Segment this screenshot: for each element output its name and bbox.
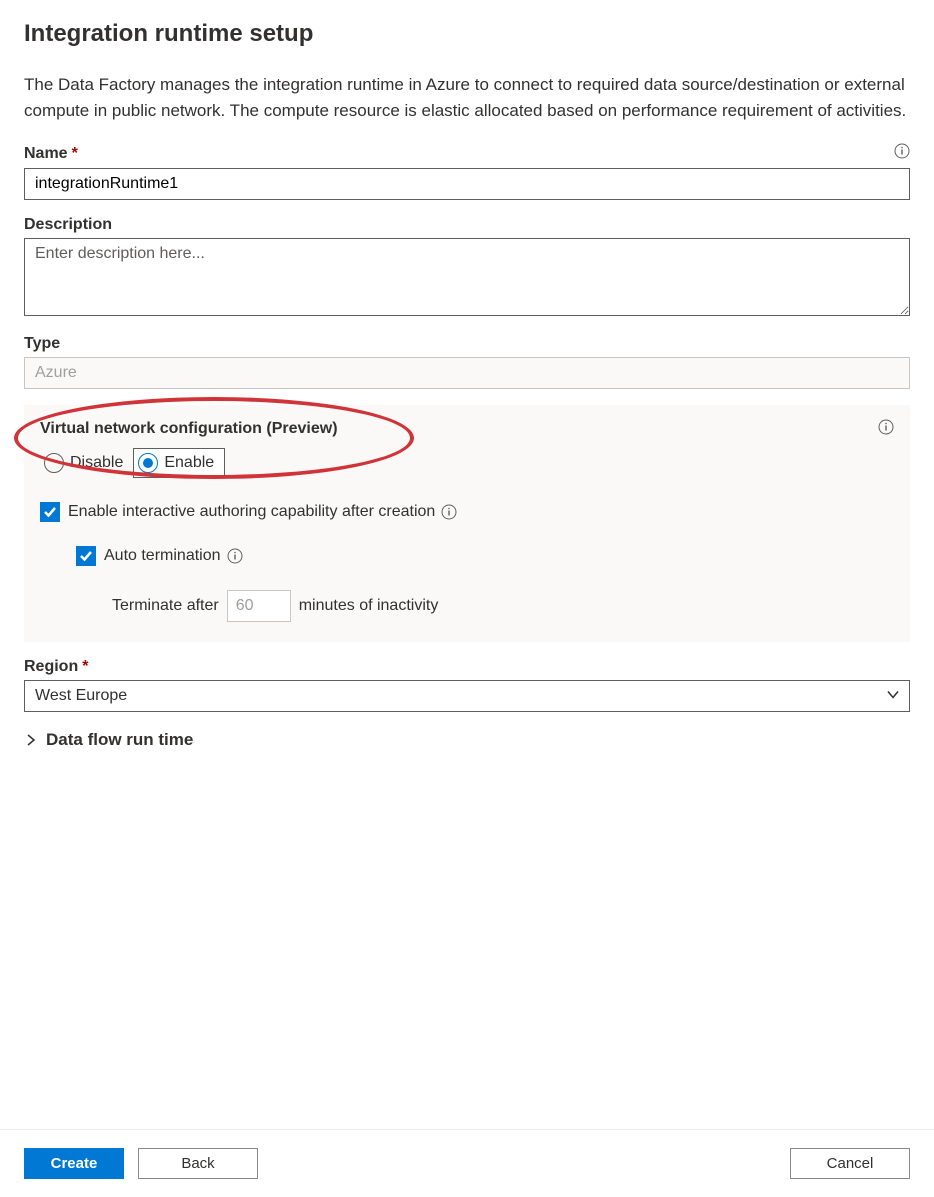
terminate-suffix-label: minutes of inactivity [299,597,439,615]
radio-label: Enable [164,454,214,472]
footer-bar: Create Back Cancel [0,1129,934,1197]
required-indicator: * [82,658,88,676]
info-icon[interactable] [894,143,910,164]
page-title: Integration runtime setup [24,20,910,48]
radio-icon [44,453,64,473]
radio-icon [138,453,158,473]
vnet-enable-radio[interactable]: Enable [133,448,225,478]
interactive-authoring-checkbox[interactable] [40,502,60,522]
type-input [24,357,910,389]
page-intro: The Data Factory manages the integration… [24,72,910,123]
description-label: Description [24,216,112,234]
cancel-button[interactable]: Cancel [790,1148,910,1179]
chevron-right-icon [24,733,38,747]
region-label: Region [24,658,78,676]
dataflow-runtime-label: Data flow run time [46,730,193,750]
auto-termination-checkbox[interactable] [76,546,96,566]
info-icon[interactable] [227,548,243,564]
description-textarea[interactable] [24,238,910,316]
info-icon[interactable] [878,419,894,438]
region-select[interactable]: West Europe [24,680,910,712]
type-label: Type [24,335,60,353]
auto-termination-label: Auto termination [104,547,221,565]
radio-label: Disable [70,454,123,472]
info-icon[interactable] [441,504,457,520]
dataflow-runtime-toggle[interactable]: Data flow run time [24,730,910,750]
vnet-title: Virtual network configuration (Preview) [40,420,338,438]
required-indicator: * [72,145,78,163]
name-label: Name [24,145,68,163]
name-input[interactable] [24,168,910,200]
interactive-authoring-label: Enable interactive authoring capability … [68,503,435,521]
terminate-minutes-input[interactable] [227,590,291,622]
back-button[interactable]: Back [138,1148,258,1179]
create-button[interactable]: Create [24,1148,124,1179]
terminate-prefix-label: Terminate after [112,597,219,615]
vnet-disable-radio[interactable]: Disable [40,448,133,478]
vnet-config-panel: Virtual network configuration (Preview) … [24,405,910,642]
